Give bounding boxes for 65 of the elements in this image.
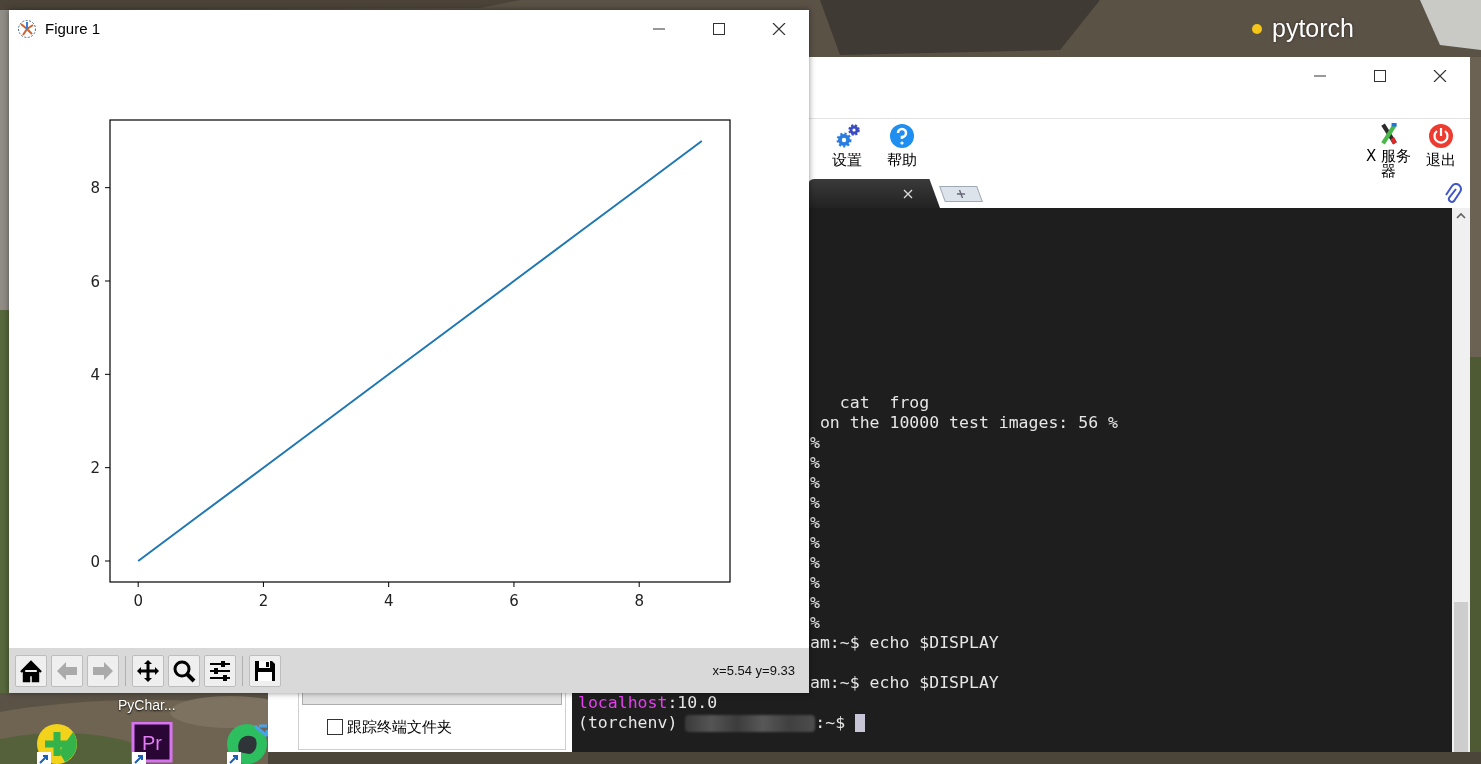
scrollbar-thumb[interactable] (1454, 602, 1468, 752)
tick-label: 0 (133, 592, 143, 610)
power-icon (1428, 123, 1454, 149)
tick-mark (137, 581, 139, 588)
close-icon[interactable] (1432, 70, 1448, 82)
coordinates-text: x=5.54 y=9.33 (712, 661, 795, 680)
tick-label: 4 (383, 592, 394, 610)
terminal-line: % (810, 533, 821, 553)
terminal-line: % (810, 473, 821, 493)
tick-mark (262, 581, 264, 588)
terminal-line: on the 10000 test images: 56 % (818, 413, 1119, 433)
toolbar-button[interactable]: 帮助 (874, 119, 929, 179)
terminal-line: cat frog (838, 393, 931, 413)
sliders-button[interactable] (204, 654, 236, 687)
tick-label: 6 (90, 272, 100, 291)
tick-label: 2 (258, 592, 269, 610)
search-button[interactable] (168, 654, 200, 687)
move-icon (135, 657, 161, 684)
terminal-line: % (810, 433, 821, 453)
paperclip-icon[interactable] (1444, 183, 1462, 205)
terminal-line: % (810, 553, 821, 573)
terminal-text: (torchenv) (578, 713, 678, 733)
tick-mark (513, 581, 515, 588)
tick-label: 2 (90, 459, 100, 478)
toolbar-button[interactable]: 退出 (1416, 119, 1466, 179)
maximize-icon[interactable] (711, 23, 727, 35)
new-tab-button[interactable] (939, 186, 983, 202)
checkbox[interactable] (327, 719, 343, 735)
toolbar-button[interactable]: X 服务器 (1361, 119, 1416, 179)
terminal-line: % (810, 573, 821, 593)
terminal-line: am:~$ echo $DISPLAY (810, 673, 1000, 693)
tick-label: 8 (90, 179, 100, 198)
tick-mark (104, 280, 111, 282)
toolbar-button[interactable]: 设置 (819, 119, 874, 179)
tick-mark (638, 581, 640, 588)
tick-label: 6 (509, 592, 519, 610)
app-icon (17, 19, 37, 39)
terminal-line: % (810, 453, 821, 473)
terminal-text: :10.0 (667, 693, 718, 713)
tick-label: 4 (90, 365, 100, 384)
tick-mark (104, 187, 111, 189)
checkbox-label: 跟踪终端文件夹 (347, 716, 452, 738)
move-button[interactable] (132, 654, 164, 687)
terminal-line: % (810, 513, 821, 533)
terminal-line: % (810, 613, 821, 633)
home-button[interactable] (15, 654, 47, 687)
scrollbar[interactable] (1452, 208, 1470, 752)
floppy-disk-button[interactable] (249, 654, 281, 687)
tick-label: 0 (90, 552, 100, 571)
close-icon[interactable] (771, 23, 787, 35)
terminal-line: % (810, 493, 821, 513)
tick-mark (388, 581, 390, 588)
tick-label: 8 (634, 592, 644, 610)
help-icon (888, 123, 915, 149)
maximize-icon[interactable] (1372, 70, 1388, 82)
tick-mark (104, 467, 111, 469)
terminal-line: % (810, 593, 821, 613)
window-title: Figure 1 (45, 18, 101, 39)
tick-mark (104, 373, 111, 375)
tick-mark (104, 560, 111, 562)
terminal-line: am:~$ echo $DISPLAY (810, 633, 1000, 653)
terminal-text: localhost (578, 693, 668, 713)
terminal-text: :~$ (815, 713, 846, 733)
terminal-tab[interactable] (808, 179, 940, 208)
plus-icon (954, 189, 968, 199)
